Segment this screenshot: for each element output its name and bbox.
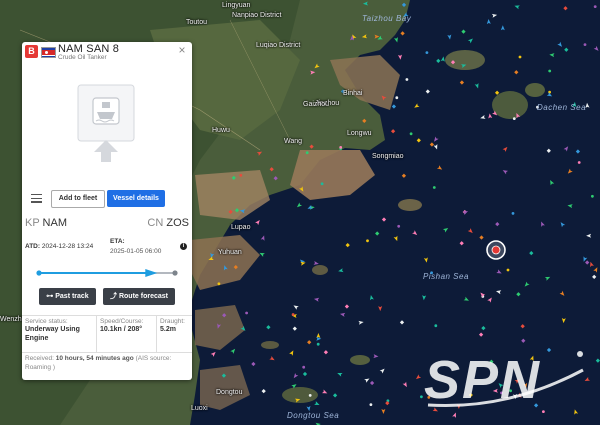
ship-marker[interactable] bbox=[593, 5, 597, 8]
info-icon[interactable]: i bbox=[180, 243, 187, 250]
ship-marker[interactable] bbox=[432, 186, 436, 189]
speed-course: Speed/Course: 10.1kn / 208° bbox=[100, 318, 156, 335]
place-label: Gaizhou bbox=[303, 101, 330, 108]
stat-value: 10.1kn / 208° bbox=[100, 326, 143, 333]
ship-marker[interactable] bbox=[217, 282, 221, 286]
forecast-icon: ⤴ bbox=[110, 293, 119, 300]
ship-marker[interactable] bbox=[506, 268, 510, 272]
ship-marker[interactable] bbox=[518, 55, 522, 59]
menu-icon[interactable] bbox=[31, 194, 42, 203]
received-label: Received: bbox=[25, 355, 54, 362]
watermark-text: SPN bbox=[424, 350, 541, 408]
ship-marker[interactable] bbox=[291, 313, 295, 316]
past-track-label: Past track bbox=[55, 293, 89, 300]
ship-marker[interactable] bbox=[239, 173, 243, 177]
route-ports: KP NAM CN ZOS bbox=[25, 217, 189, 233]
ship-marker[interactable] bbox=[583, 43, 587, 46]
ship-marker[interactable] bbox=[577, 161, 581, 164]
voyage-progress-bar bbox=[36, 269, 178, 277]
past-track-button[interactable]: ⊶ Past track bbox=[39, 288, 96, 305]
ship-marker[interactable] bbox=[320, 182, 324, 186]
sea-label: Taizhou Bay bbox=[362, 14, 412, 23]
add-to-fleet-button[interactable]: Add to fleet bbox=[51, 190, 105, 208]
departure-country: KP bbox=[25, 217, 40, 229]
received-time: 10 hours, 54 minutes ago bbox=[55, 355, 134, 362]
arrival-port[interactable]: CN ZOS bbox=[147, 217, 189, 229]
stat-label: Draught: bbox=[160, 318, 185, 325]
ship-marker[interactable] bbox=[397, 224, 401, 228]
stat-value: 5.2m bbox=[160, 326, 176, 333]
atd-label: ATD: bbox=[25, 243, 41, 250]
received-info: Received: 10 hours, 54 minutes ago (AIS … bbox=[25, 354, 187, 372]
vessel-info-panel: B NAM SAN 8 Crude Oil Tanker × Add to fl… bbox=[22, 42, 192, 380]
place-label: Binhai bbox=[343, 90, 363, 97]
stat-label: Speed/Course: bbox=[100, 318, 144, 325]
flag-kp-icon bbox=[41, 47, 56, 58]
sea-label: Dongtou Sea bbox=[287, 411, 340, 420]
ship-marker[interactable] bbox=[548, 90, 551, 94]
sea-label: Dachen Sea bbox=[537, 103, 587, 112]
place-label: Dongtou bbox=[216, 389, 243, 396]
vessel-details-button[interactable]: Vessel details bbox=[107, 190, 165, 207]
vessel-type: Crude Oil Tanker bbox=[58, 54, 107, 61]
ship-marker[interactable] bbox=[366, 239, 369, 243]
selected-vessel-marker[interactable] bbox=[485, 239, 507, 261]
ship-marker[interactable] bbox=[512, 117, 516, 120]
place-label: Lingyuan bbox=[222, 2, 251, 9]
departure-port[interactable]: KP NAM bbox=[25, 217, 67, 229]
departure-port-code: NAM bbox=[42, 217, 67, 229]
ship-marker[interactable] bbox=[405, 78, 409, 81]
ship-marker[interactable] bbox=[245, 311, 249, 315]
draught: Draught: 5.2m bbox=[160, 318, 190, 335]
track-icon: ⊶ bbox=[46, 293, 56, 300]
vessel-status-chip: B bbox=[25, 45, 38, 58]
arrival-country: CN bbox=[147, 217, 164, 229]
arrival-port-code: ZOS bbox=[166, 217, 189, 229]
panel-header: B NAM SAN 8 Crude Oil Tanker × bbox=[22, 42, 192, 64]
ship-marker[interactable] bbox=[425, 51, 429, 54]
sea-label: Pishan Sea bbox=[423, 272, 469, 281]
eta-value: 2025-01-05 06:00 bbox=[110, 248, 162, 255]
ship-marker[interactable] bbox=[542, 410, 545, 413]
place-label: Longwu bbox=[347, 130, 372, 137]
ship-marker[interactable] bbox=[548, 69, 552, 73]
spn-watermark-logo: SPN bbox=[424, 350, 584, 408]
route-forecast-button[interactable]: ⤴ Route forecast bbox=[103, 288, 175, 305]
place-label: Yuhuan bbox=[218, 249, 242, 256]
place-label: Wang bbox=[284, 138, 303, 145]
place-label: Huwu bbox=[212, 127, 230, 134]
ship-marker[interactable] bbox=[339, 146, 343, 149]
stat-label: Service status: bbox=[25, 318, 68, 325]
ship-marker[interactable] bbox=[308, 394, 312, 397]
eta-label: ETA: bbox=[110, 238, 125, 245]
ship-marker[interactable] bbox=[302, 365, 306, 369]
ship-marker[interactable] bbox=[409, 132, 413, 136]
place-label: Toutou bbox=[186, 19, 208, 26]
place-label: Luqiao District bbox=[256, 42, 301, 49]
place-label: Songmiao bbox=[372, 153, 404, 160]
close-icon[interactable]: × bbox=[176, 44, 188, 56]
place-label: Nanpiao District bbox=[232, 12, 282, 19]
service-status: Service status: Underway Using Engine bbox=[25, 318, 95, 343]
place-label: Luoxi bbox=[191, 405, 208, 412]
route-forecast-label: Route forecast bbox=[118, 293, 168, 300]
ship-marker[interactable] bbox=[305, 151, 309, 155]
atd-value: 2024-12-28 13:24 bbox=[41, 243, 94, 250]
atd-row: ATD: 2024-12-28 13:24 bbox=[25, 243, 93, 250]
ship-marker[interactable] bbox=[316, 342, 320, 346]
vessel-stats: Service status: Underway Using Engine Sp… bbox=[22, 315, 192, 353]
ship-marker[interactable] bbox=[591, 194, 594, 198]
ship-marker[interactable] bbox=[511, 212, 515, 215]
vessel-photo-placeholder-icon[interactable] bbox=[77, 84, 135, 162]
ship-marker[interactable] bbox=[434, 324, 438, 328]
stat-value: Underway Using Engine bbox=[25, 326, 80, 342]
ship-marker[interactable] bbox=[369, 403, 373, 406]
ship-marker[interactable] bbox=[395, 96, 399, 100]
place-label: Lupao bbox=[231, 224, 251, 231]
